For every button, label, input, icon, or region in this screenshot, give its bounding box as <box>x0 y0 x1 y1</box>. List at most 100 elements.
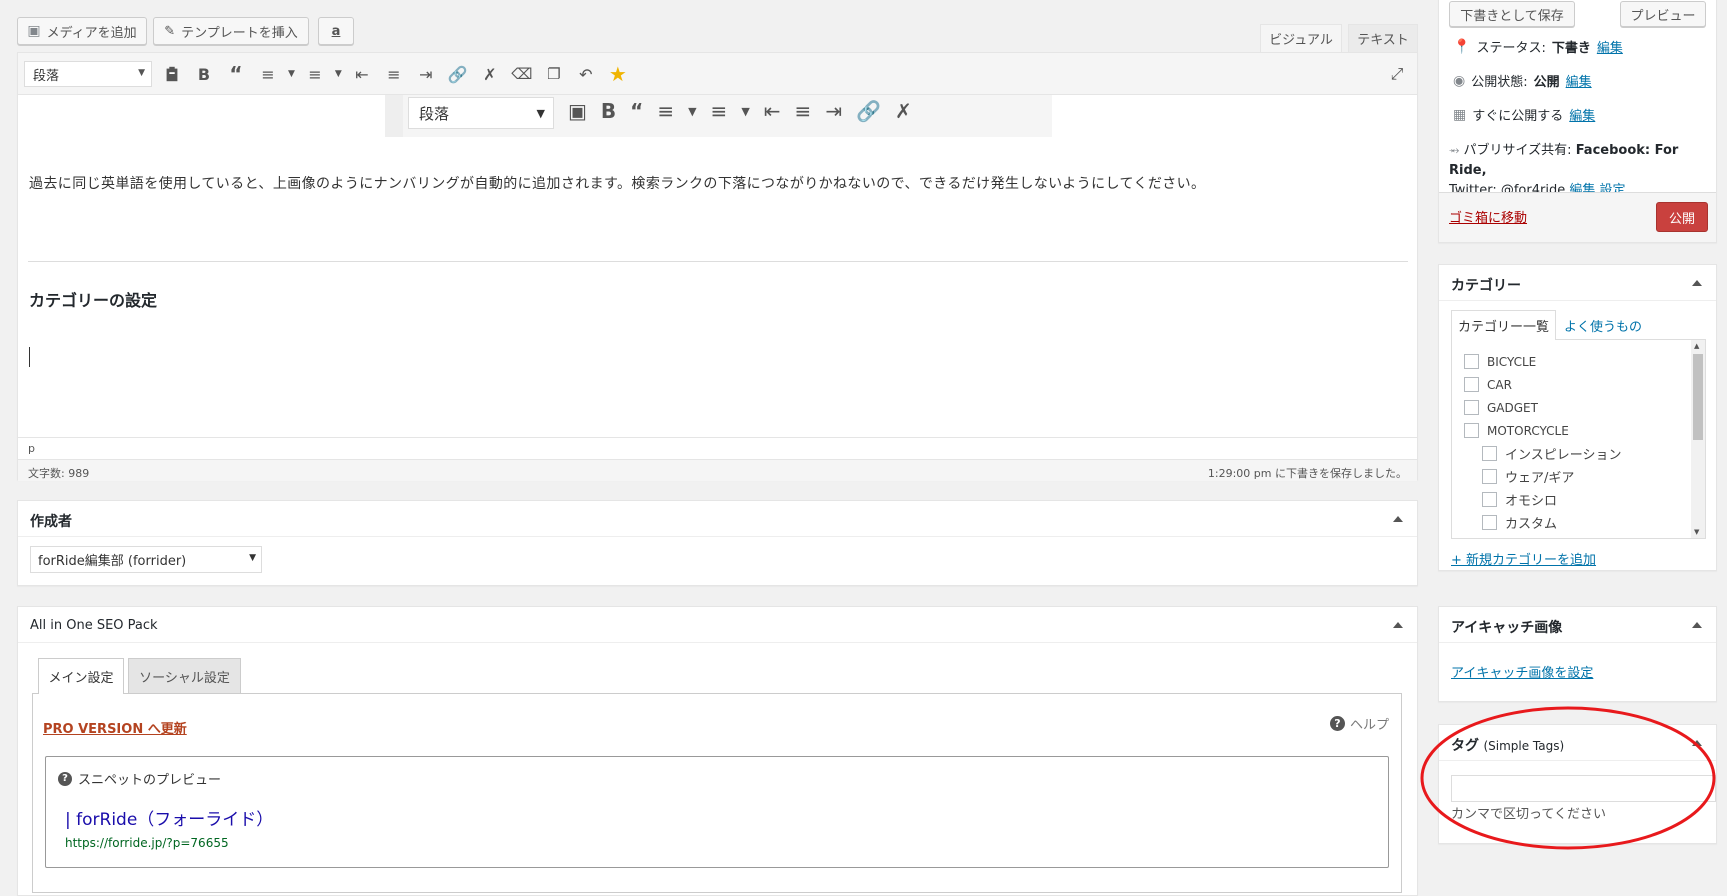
chevron-down-icon: ▼ <box>536 107 545 120</box>
visibility-row: ◉ 公開状態: 公開 編集 <box>1453 71 1592 91</box>
edit-status-link[interactable]: 編集 <box>1597 37 1623 56</box>
undo-icon[interactable]: ↶ <box>574 62 598 86</box>
seo-settings-panel: PRO VERSION へ更新 ? ヘルプ ? スニペットのプレビュー | fo… <box>32 693 1402 893</box>
author-select[interactable]: forRide編集部 (forrider) ▼ <box>30 546 262 573</box>
embedded-format-label: 段落 <box>419 104 450 123</box>
numbered-list-icon[interactable]: ≡ <box>303 62 327 86</box>
collapse-icon[interactable] <box>1393 516 1403 522</box>
category-checkbox[interactable] <box>1482 492 1497 507</box>
tab-visual[interactable]: ビジュアル <box>1260 24 1342 52</box>
categories-title: カテゴリー <box>1451 278 1521 294</box>
collapse-icon[interactable] <box>1393 622 1403 628</box>
chevron-down-icon[interactable]: ▼ <box>335 69 342 79</box>
help-link[interactable]: ? ヘルプ <box>1329 714 1389 733</box>
snippet-preview: ? スニペットのプレビュー | forRide（フォーライド） https://… <box>45 756 1389 868</box>
bold-icon[interactable]: B <box>192 62 216 86</box>
content-divider <box>28 261 1408 262</box>
snippet-url: https://forride.jp/?p=76655 <box>65 836 229 850</box>
pencil-icon: ✎ <box>164 23 176 39</box>
category-item[interactable]: CAR <box>1464 373 1621 396</box>
publish-button[interactable]: 公開 <box>1656 202 1708 232</box>
chevron-down-icon: ▼ <box>741 104 750 118</box>
collapse-icon[interactable] <box>1692 740 1702 746</box>
amazon-button[interactable]: a <box>318 17 354 45</box>
chevron-down-icon: ▼ <box>1694 528 1700 536</box>
edit-visibility-link[interactable]: 編集 <box>1566 71 1592 90</box>
save-draft-button[interactable]: 下書きとして保存 <box>1449 1 1575 27</box>
tab-main-settings[interactable]: メイン設定 <box>38 658 124 694</box>
bullet-list-icon: ≡ <box>657 99 675 123</box>
bullet-list-icon[interactable]: ≡ <box>256 62 280 86</box>
format-select[interactable]: 段落 ▼ <box>24 61 152 87</box>
align-center-icon: ≡ <box>794 99 812 123</box>
copy-icon[interactable]: ❐ <box>542 62 566 86</box>
tags-title: タグ (Simple Tags) <box>1451 738 1565 754</box>
tags-input[interactable] <box>1451 775 1716 802</box>
featured-title: アイキャッチ画像 <box>1451 620 1563 636</box>
align-left-icon: ⇤ <box>763 99 781 123</box>
category-child-item[interactable]: インスピレーション <box>1464 442 1621 465</box>
word-count: 文字数: 989 <box>28 467 90 480</box>
category-checkbox[interactable] <box>1482 469 1497 484</box>
blockquote-icon[interactable]: “ <box>224 62 248 86</box>
help-icon: ? <box>58 771 72 786</box>
category-checkbox[interactable] <box>1482 515 1497 530</box>
preview-button[interactable]: プレビュー <box>1620 1 1706 27</box>
eye-icon: ◉ <box>1453 72 1466 89</box>
pro-version-link[interactable]: PRO VERSION へ更新 <box>43 718 187 737</box>
edit-schedule-link[interactable]: 編集 <box>1569 105 1595 124</box>
editor-toolbar: 段落 ▼ B “ ≡ ▼ ≡ ▼ ⇤ ≡ ⇥ 🔗 ✗ ⌫ ❐ ↶ ★ ⤢ <box>18 53 1417 95</box>
blockquote-icon: “ <box>630 99 644 123</box>
editor: 段落 ▼ B “ ≡ ▼ ≡ ▼ ⇤ ≡ ⇥ 🔗 ✗ ⌫ ❐ ↶ ★ ⤢ 段落 ▼ <box>17 52 1418 481</box>
scrollbar[interactable]: ▲ ▼ <box>1691 340 1705 538</box>
media-icon: ▣ <box>27 23 41 39</box>
unlink-icon[interactable]: ✗ <box>478 62 502 86</box>
author-box: 作成者 forRide編集部 (forrider) ▼ <box>17 500 1418 586</box>
tab-popular-categories[interactable]: よく使うもの <box>1564 316 1642 335</box>
category-checkbox[interactable] <box>1464 400 1479 415</box>
category-item[interactable]: MOTORCYCLE <box>1464 419 1621 442</box>
unlink-icon: ✗ <box>894 99 912 123</box>
category-checkbox[interactable] <box>1464 423 1479 438</box>
collapse-icon[interactable] <box>1692 280 1702 286</box>
tab-all-categories[interactable]: カテゴリー一覧 <box>1451 310 1556 340</box>
collapse-icon[interactable] <box>1692 622 1702 628</box>
align-center-icon[interactable]: ≡ <box>382 62 406 86</box>
star-icon[interactable]: ★ <box>606 62 630 86</box>
align-right-icon: ⇥ <box>825 99 843 123</box>
add-media-button[interactable]: ▣ メディアを追加 <box>17 17 147 45</box>
category-checkbox[interactable] <box>1464 354 1479 369</box>
category-child-item[interactable]: ウェア/ギア <box>1464 465 1621 488</box>
trash-link[interactable]: ゴミ箱に移動 <box>1449 207 1527 226</box>
paste-icon[interactable] <box>160 62 184 86</box>
content-paragraph: 過去に同じ英単語を使用していると、上画像のようにナンバリングが自動的に追加されま… <box>29 176 1206 192</box>
category-child-item[interactable]: オモシロ <box>1464 488 1621 511</box>
category-checkbox[interactable] <box>1464 377 1479 392</box>
category-checkbox[interactable] <box>1482 446 1497 461</box>
fullscreen-icon[interactable]: ⤢ <box>1385 62 1409 86</box>
share-icon: ⥇ <box>1449 143 1460 158</box>
category-child-item[interactable]: カスタム <box>1464 511 1621 534</box>
chevron-down-icon[interactable]: ▼ <box>288 69 295 79</box>
align-right-icon[interactable]: ⇥ <box>414 62 438 86</box>
link-icon[interactable]: 🔗 <box>446 62 470 86</box>
insert-template-button[interactable]: ✎ テンプレートを挿入 <box>153 17 309 45</box>
add-category-link[interactable]: + 新規カテゴリーを追加 <box>1451 549 1596 568</box>
editor-content[interactable]: 段落 ▼ ▣ B “ ≡ ▼ ≡ ▼ ⇤ ≡ ⇥ 🔗 ✗ 過去に同じ英単語を使用して… <box>18 95 1417 437</box>
tab-social-settings[interactable]: ソーシャル設定 <box>128 658 241 694</box>
tags-box: タグ (Simple Tags) カンマで区切ってください <box>1438 724 1717 844</box>
align-left-icon[interactable]: ⇤ <box>350 62 374 86</box>
publish-actions: ゴミ箱に移動 公開 <box>1439 192 1716 242</box>
scrollbar-thumb[interactable] <box>1693 354 1703 440</box>
set-featured-image-link[interactable]: アイキャッチ画像を設定 <box>1451 662 1593 681</box>
paste-icon: ▣ <box>568 99 587 123</box>
eraser-icon[interactable]: ⌫ <box>510 62 534 86</box>
category-item[interactable]: BICYCLE <box>1464 350 1621 373</box>
category-item[interactable]: GADGET <box>1464 396 1621 419</box>
tab-text[interactable]: テキスト <box>1348 24 1418 52</box>
help-icon: ? <box>1329 716 1345 731</box>
editor-status-bar: 文字数: 989 1:29:00 pm に下書きを保存しました。 <box>18 459 1417 481</box>
chevron-down-icon: ▼ <box>249 553 256 563</box>
status-row: 📍 ステータス: 下書き 編集 <box>1453 37 1623 57</box>
content-heading: カテゴリーの設定 <box>29 291 158 310</box>
